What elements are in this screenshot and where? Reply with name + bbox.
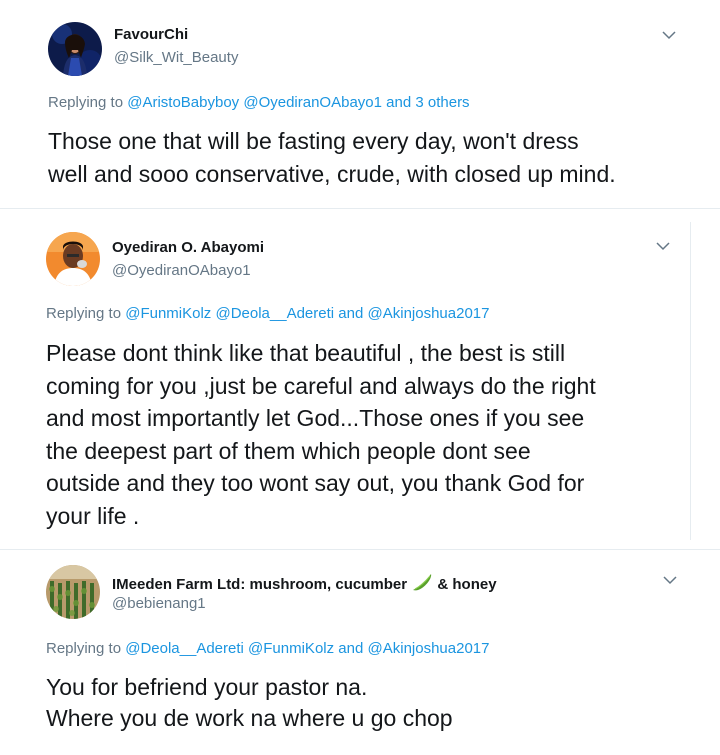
mention-link[interactable]: @OyediranOAbayo1 (243, 94, 382, 111)
vertical-divider (690, 222, 691, 540)
replying-to-label: Replying to (48, 94, 124, 111)
mention-link[interactable]: @FunmiKolz (248, 640, 334, 657)
tweet-text-line: coming for you ,just be careful and alwa… (46, 372, 596, 399)
chevron-down-icon[interactable] (656, 241, 670, 251)
tweet-text-line: outside and they too wont say out, you t… (46, 470, 585, 496)
tweet-2[interactable]: Oyediran O. Abayomi @OyediranOAbayo1 Rep… (0, 220, 720, 550)
chevron-down-icon[interactable] (662, 30, 676, 40)
tweet-text: You for befriend your pastor na. Where y… (46, 672, 453, 734)
replying-to-line: Replying to @FunmiKolz @Deola__Adereti a… (46, 305, 489, 322)
replying-to-label: Replying to (46, 640, 122, 657)
display-name-text: IMeeden Farm Ltd: mushroom, cucumber (112, 576, 408, 593)
user-handle[interactable]: @OyediranOAbayo1 (112, 262, 251, 279)
display-name[interactable]: Oyediran O. Abayomi (112, 239, 264, 256)
display-name[interactable]: IMeeden Farm Ltd: mushroom, cucumber & h… (112, 572, 497, 593)
replying-to-line: Replying to @AristoBabyboy @OyediranOAba… (48, 94, 470, 111)
display-name[interactable]: FavourChi (114, 26, 188, 43)
tweet-text-line: Where you de work na where u go chop (46, 705, 453, 731)
reply-and[interactable]: and (338, 305, 363, 322)
tweet-text: Those one that will be fasting every day… (48, 125, 616, 190)
tweet-text-line: well and sooo conservative, crude, with … (48, 160, 616, 187)
replying-to-line: Replying to @Deola__Adereti @FunmiKolz a… (46, 640, 489, 657)
reply-and[interactable]: and (338, 640, 363, 657)
avatar[interactable] (48, 22, 102, 76)
divider (0, 549, 720, 550)
user-handle[interactable]: @Silk_Wit_Beauty (114, 49, 238, 66)
tweet-1[interactable]: FavourChi @Silk_Wit_Beauty Replying to @… (0, 0, 720, 205)
reply-and[interactable]: and (386, 94, 411, 111)
tweet-text-line: Please dont think like that beautiful , … (46, 340, 566, 366)
tweet-text-line: Those one that will be fasting every day… (48, 128, 579, 154)
divider (0, 208, 720, 209)
mention-link[interactable]: @FunmiKolz (125, 305, 211, 322)
mention-link[interactable]: @Akinjoshua2017 (368, 640, 490, 657)
tweet-text-line: and most importantly let God...Those one… (46, 405, 585, 431)
mention-link[interactable]: @Deola__Adereti (125, 640, 244, 657)
mention-link[interactable]: @Deola__Adereti (215, 305, 334, 322)
tweet-text-line: your life . (46, 502, 140, 529)
replying-to-label: Replying to (46, 305, 122, 322)
tweet-3[interactable]: IMeeden Farm Ltd: mushroom, cucumber & h… (0, 555, 720, 755)
avatar[interactable] (46, 232, 100, 286)
tweet-text-line: the deepest part of them which people do… (46, 437, 531, 464)
others-link[interactable]: 3 others (415, 94, 469, 111)
user-handle[interactable]: @bebienang1 (112, 595, 206, 612)
tweet-text: Please dont think like that beautiful , … (46, 337, 596, 532)
cucumber-emoji-icon (413, 574, 432, 591)
display-name-text: & honey (437, 576, 497, 593)
mention-link[interactable]: @AristoBabyboy (127, 94, 239, 111)
mention-link[interactable]: @Akinjoshua2017 (368, 305, 490, 322)
avatar[interactable] (46, 565, 100, 619)
chevron-down-icon[interactable] (663, 575, 677, 585)
tweet-text-line: You for befriend your pastor na. (46, 674, 368, 700)
